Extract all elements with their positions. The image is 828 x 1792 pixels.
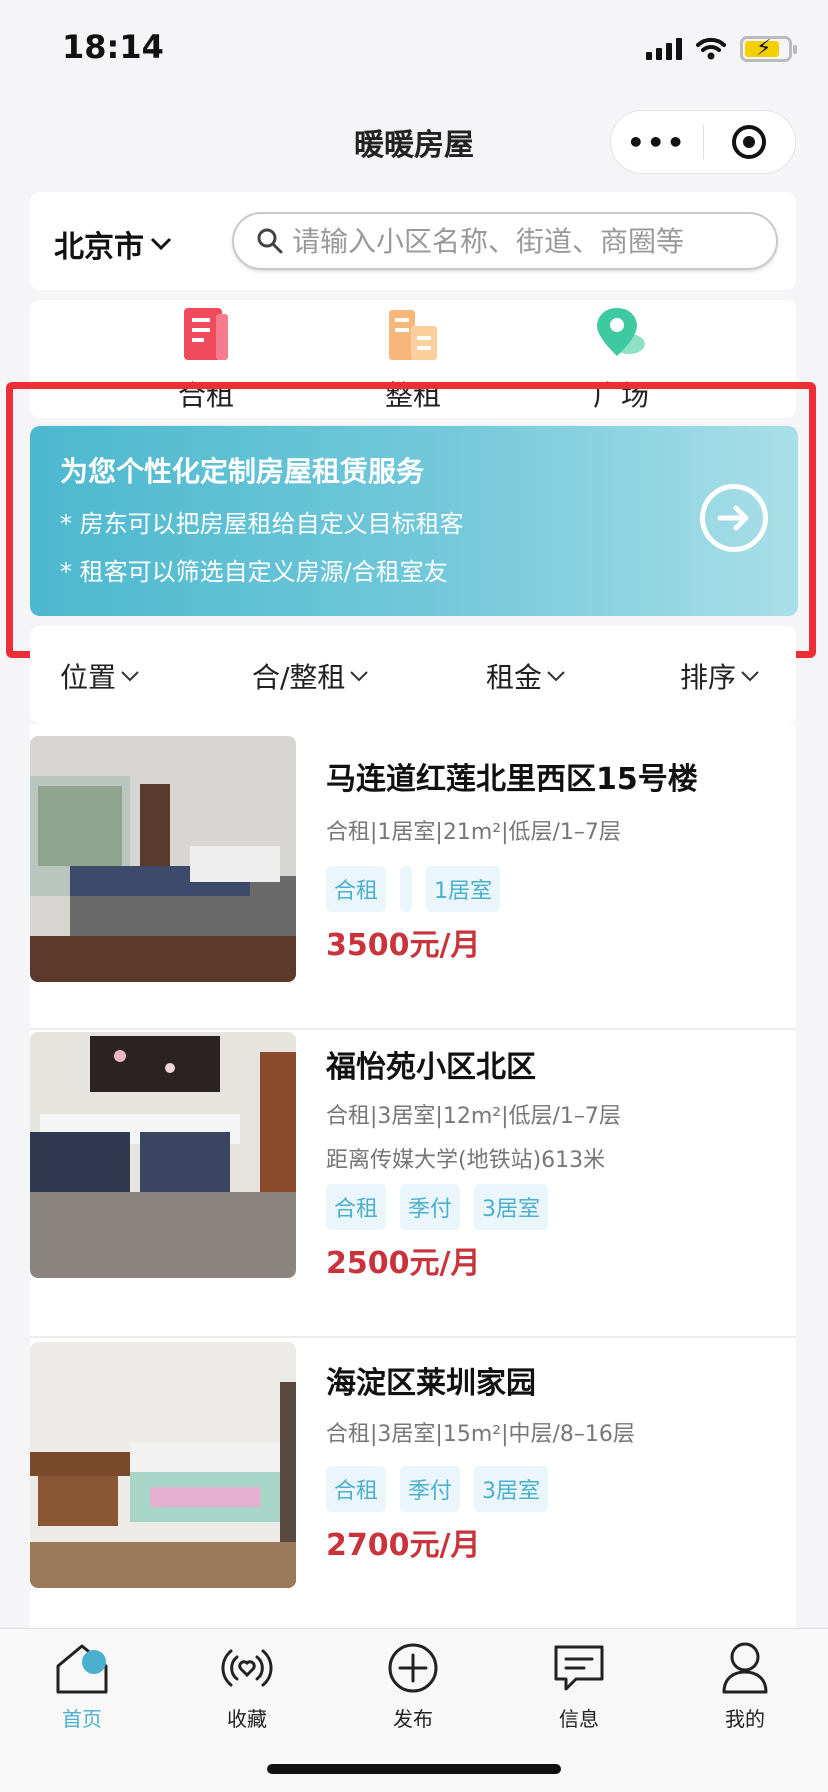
listing-photo <box>30 1342 296 1588</box>
tab-favorites[interactable]: 收藏 <box>187 1637 307 1732</box>
chevron-down-icon <box>121 671 139 682</box>
listing-meta: 合租|3居室|15m²|中层/8–16层 <box>326 1422 635 1447</box>
nav-bar: 暖暖房屋 ••• <box>0 100 828 184</box>
listing-item[interactable]: 海淀区莱圳家园 合租|3居室|15m²|中层/8–16层 合租 季付 3居室 2… <box>30 1342 796 1628</box>
tab-profile[interactable]: 我的 <box>685 1637 805 1732</box>
tab-label: 信息 <box>559 1707 599 1731</box>
listing-price: 2700元/月 <box>326 1528 481 1563</box>
tag: 1居室 <box>426 866 501 912</box>
listing-price: 3500元/月 <box>326 928 481 963</box>
filter-label: 位置 <box>60 661 117 694</box>
chevron-down-icon <box>741 671 759 682</box>
map-pin-icon <box>597 308 645 356</box>
city-selector[interactable]: 北京市 <box>54 222 172 266</box>
tag: 合租 <box>326 866 387 912</box>
listing-photo <box>30 736 296 982</box>
heart-signal-icon <box>221 1649 273 1687</box>
filter-label: 排序 <box>680 661 737 694</box>
listing-tags: 合租 季付 3居室 <box>326 1466 549 1512</box>
status-bar: 18:14 ⚡ <box>0 0 828 100</box>
chevron-down-icon <box>350 671 369 682</box>
search-icon <box>257 228 283 254</box>
listing-item[interactable]: 马连道红莲北里西区15号楼 合租|1居室|21m²|低层/1–7层 合租 1居室… <box>30 724 796 1030</box>
filter-price[interactable]: 租金 <box>486 656 566 696</box>
listing-distance: 距离传媒大学(地铁站)613米 <box>326 1148 606 1173</box>
filter-rent-type[interactable]: 合/整租 <box>252 656 369 696</box>
listing-title: 海淀区莱圳家园 <box>326 1366 536 1401</box>
tag: 3居室 <box>474 1466 549 1512</box>
wifi-icon <box>696 37 726 60</box>
city-label: 北京市 <box>54 230 144 265</box>
tab-publish[interactable]: 发布 <box>353 1637 473 1732</box>
search-input[interactable] <box>292 224 772 258</box>
search-box[interactable] <box>232 212 778 270</box>
tab-messages[interactable]: 信息 <box>519 1637 639 1732</box>
listing-meta: 合租|3居室|12m²|低层/1–7层 <box>326 1104 621 1129</box>
tab-label: 我的 <box>725 1707 765 1731</box>
close-miniprogram-button[interactable] <box>704 125 796 159</box>
more-button[interactable]: ••• <box>611 126 703 159</box>
plus-circle-icon <box>388 1643 438 1693</box>
listing-title: 福怡苑小区北区 <box>326 1050 536 1085</box>
listing-item[interactable]: 福怡苑小区北区 合租|3居室|12m²|低层/1–7层 距离传媒大学(地铁站)6… <box>30 1032 796 1338</box>
tag: 季付 <box>400 1184 461 1230</box>
building-doc-icon <box>184 308 228 360</box>
miniprogram-capsule: ••• <box>610 110 796 174</box>
highlight-frame <box>6 382 816 658</box>
listing-title: 马连道红莲北里西区15号楼 <box>326 762 698 797</box>
listing-price: 2500元/月 <box>326 1246 481 1281</box>
search-card: 北京市 <box>30 192 796 290</box>
filter-label: 租金 <box>486 661 543 694</box>
user-icon <box>722 1642 768 1694</box>
tab-home[interactable]: 首页 <box>22 1637 142 1732</box>
battery-icon: ⚡ <box>740 36 797 62</box>
status-time: 18:14 <box>62 28 164 66</box>
office-building-icon <box>389 310 437 360</box>
listing-list: 马连道红莲北里西区15号楼 合租|1居室|21m²|低层/1–7层 合租 1居室… <box>30 724 796 1628</box>
status-icons: ⚡ <box>646 36 797 62</box>
tab-label: 收藏 <box>227 1707 267 1731</box>
tab-label: 首页 <box>62 1707 102 1731</box>
tag: 合租 <box>326 1466 387 1512</box>
tag: 合租 <box>326 1184 387 1230</box>
filter-label: 合/整租 <box>252 661 346 694</box>
listing-tags: 合租 1居室 <box>326 866 501 912</box>
filter-sort[interactable]: 排序 <box>680 656 760 696</box>
home-icon <box>56 1644 108 1694</box>
filter-bar: 位置 合/整租 租金 排序 <box>30 626 796 724</box>
home-indicator <box>267 1764 561 1774</box>
message-icon <box>554 1645 604 1691</box>
listing-photo <box>30 1032 296 1278</box>
cellular-signal-icon <box>646 38 682 60</box>
tab-label: 发布 <box>393 1707 433 1731</box>
listing-meta: 合租|1居室|21m²|低层/1–7层 <box>326 820 621 845</box>
target-icon <box>732 125 767 159</box>
chevron-down-icon <box>150 237 172 251</box>
tag: 3居室 <box>474 1184 549 1230</box>
tag: 季付 <box>400 1466 461 1512</box>
listing-tags: 合租 季付 3居室 <box>326 1184 549 1230</box>
tag <box>400 866 413 912</box>
filter-location[interactable]: 位置 <box>60 656 140 696</box>
chevron-down-icon <box>547 671 565 682</box>
